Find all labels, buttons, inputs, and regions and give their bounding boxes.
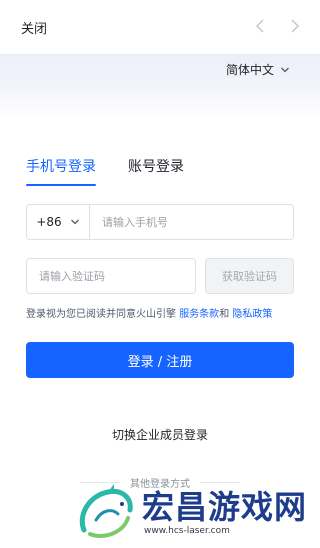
close-button[interactable]: 关闭 xyxy=(21,18,47,37)
login-tabs: 手机号登录 账号登录 xyxy=(26,156,184,186)
login-register-button[interactable]: 登录 / 注册 xyxy=(26,342,294,378)
chevron-down-icon xyxy=(70,215,80,229)
chevron-right-icon[interactable] xyxy=(286,16,304,36)
code-field-group xyxy=(26,258,196,294)
phone-input[interactable] xyxy=(90,205,293,239)
terms-link[interactable]: 服务条款 xyxy=(179,309,219,320)
other-methods-label: 其他登录方式 xyxy=(130,478,190,490)
language-select[interactable]: 简体中文 xyxy=(226,61,290,78)
top-bar: 关闭 xyxy=(0,0,320,54)
agreement-prefix: 登录视为您已阅读并同意火山引擎 xyxy=(26,309,176,320)
tab-phone-login[interactable]: 手机号登录 xyxy=(26,156,96,186)
chevron-down-icon xyxy=(280,63,290,77)
verification-code-input[interactable] xyxy=(27,259,195,293)
agreement-text: 登录视为您已阅读并同意火山引擎 服务条款和 隐私政策 xyxy=(26,305,306,320)
divider xyxy=(200,481,240,483)
switch-enterprise-login-link[interactable]: 切换企业成员登录 xyxy=(0,426,320,443)
divider xyxy=(80,481,120,483)
other-login-methods: 其他登录方式 xyxy=(60,472,260,492)
country-code-label: +86 xyxy=(36,215,62,229)
agreement-and: 和 xyxy=(219,309,230,320)
chevron-left-icon[interactable] xyxy=(251,16,269,36)
country-code-select[interactable]: +86 xyxy=(27,205,90,239)
privacy-link[interactable]: 隐私政策 xyxy=(232,309,272,320)
watermark-url: www.hcs-laser.com xyxy=(144,526,230,536)
tab-account-login[interactable]: 账号登录 xyxy=(128,156,184,186)
language-label: 简体中文 xyxy=(225,63,274,77)
get-code-button[interactable]: 获取验证码 xyxy=(205,258,294,294)
phone-field-group: +86 xyxy=(26,204,294,240)
